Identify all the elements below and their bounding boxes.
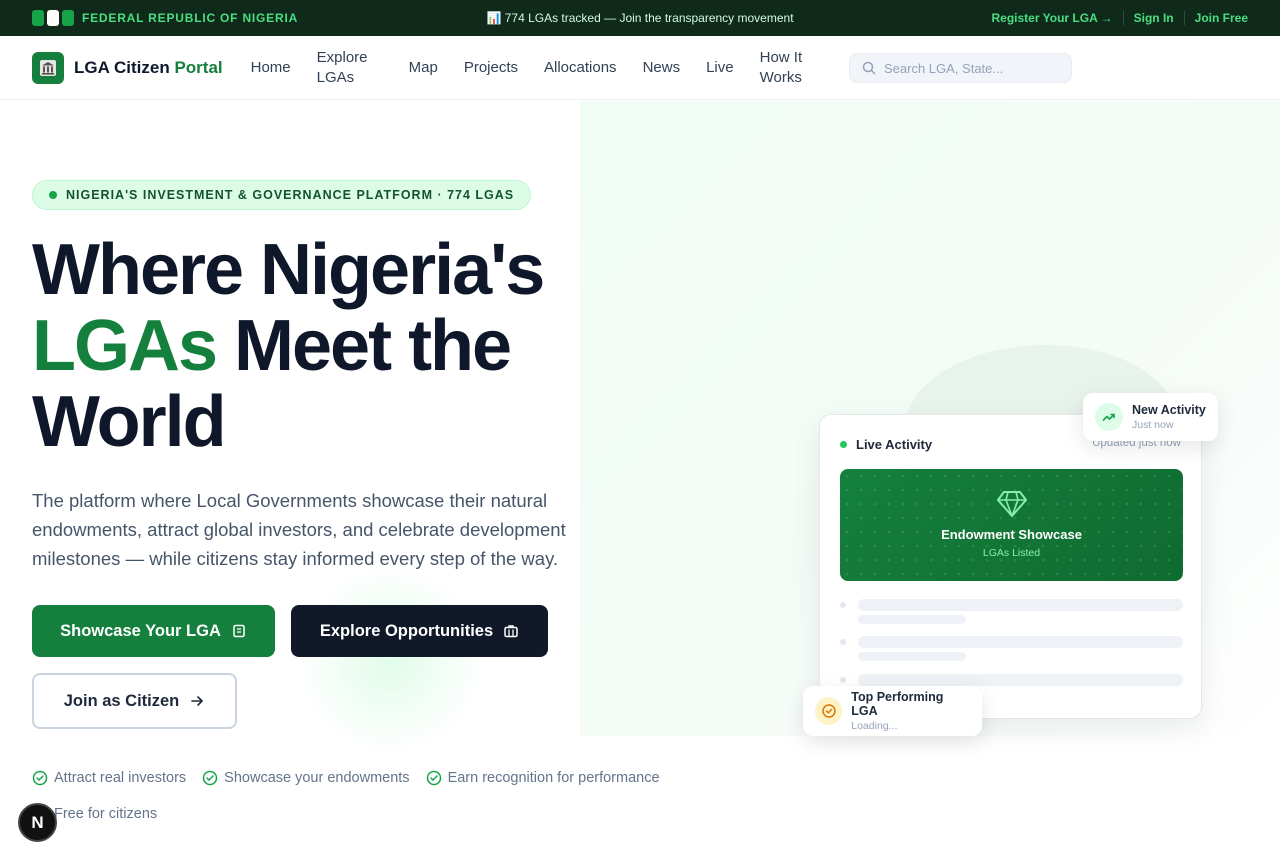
platform-badge-text: NIGERIA'S INVESTMENT & GOVERNANCE PLATFO… [66,188,515,202]
new-activity-chip: New Activity Just now [1083,393,1218,441]
check-item-label: Showcase your endowments [224,770,410,786]
diamond-icon [997,491,1027,517]
check-circle-icon [202,770,218,786]
nav-allocations[interactable]: Allocations [544,58,617,78]
join-citizen-button[interactable]: Join as Citizen [32,673,237,729]
nav-projects[interactable]: Projects [464,58,518,78]
check-item: Earn recognition for performance [426,768,660,788]
card-title: Live Activity [856,437,933,452]
live-activity-card: Live Activity Updated just now Endowment… [819,414,1202,719]
live-dot [840,441,847,448]
headline-line-3: World [32,382,227,462]
building-icon [233,624,245,638]
check-item: Showcase your endowments [202,768,410,788]
showcase-title: Endowment Showcase [941,527,1082,542]
top-performing-chip: Top Performing LGA Loading... [803,686,982,736]
dev-tools-badge[interactable]: N [18,803,57,842]
search-icon [862,61,876,75]
search-box[interactable] [849,53,1072,83]
sign-in-link[interactable]: Sign In [1134,11,1174,25]
explore-opportunities-label: Explore Opportunities [319,621,494,640]
check-item-label: Attract real investors [54,770,187,786]
card-header: Live Activity [840,437,932,452]
check-item-label: Free for citizens [54,806,158,822]
platform-badge: NIGERIA'S INVESTMENT & GOVERNANCE PLATFO… [32,180,532,210]
hero-subtext: The platform where Local Governments sho… [32,490,566,569]
search-input[interactable] [884,60,1054,76]
topbar-actions: Register Your LGA → Sign In Join Free [992,11,1248,25]
join-free-link[interactable]: Join Free [1195,11,1248,25]
nav-explore-lgas[interactable]: Explore LGAs [317,48,383,88]
headline-line-1: Where Nigeria's [32,230,545,310]
nav-home[interactable]: Home [251,58,291,78]
headline-green-word: LGAs [32,306,218,386]
register-lga-link[interactable]: Register Your LGA → [992,11,1113,25]
divider [1122,11,1124,25]
feature-checklist: Attract real investors Showcase your end… [32,768,712,824]
main-navbar: LGA Citizen Portal Home Explore LGAs Map… [0,36,1280,100]
check-item-label: Earn recognition for performance [447,770,660,786]
new-activity-time: Just now [1132,419,1174,431]
endowment-showcase-panel[interactable]: Endowment Showcase LGAs Listed [840,469,1183,581]
join-citizen-label: Join as Citizen [63,691,180,710]
check-circle-icon [32,770,48,786]
trending-up-icon [1095,403,1123,431]
arrow-right-icon [191,696,204,706]
top-performing-title: Top Performing LGA [851,690,944,718]
country-label: FEDERAL REPUBLIC OF NIGERIA [82,11,299,25]
headline-line-2: Meet the [216,306,512,386]
showcase-subtitle: LGAs Listed [982,547,1041,559]
nigeria-flag-icon [32,10,74,26]
check-circle-icon [426,770,441,786]
decorative-glow [290,570,490,750]
showcase-lga-button[interactable]: Showcase Your LGA [32,605,275,657]
nav-map[interactable]: Map [409,58,438,78]
award-check-icon [815,697,843,725]
hero-headline: Where Nigeria's LGAs Meet the World [32,232,612,460]
logo-wordmark[interactable]: LGA Citizen Portal [74,58,223,78]
bank-building-icon[interactable] [32,51,64,84]
nav-how-it-works[interactable]: How It Works [760,48,826,88]
nav-news[interactable]: News [643,58,681,78]
logo-accent-text: Portal [174,57,223,77]
top-performing-status: Loading... [851,720,898,732]
check-item: Attract real investors [32,768,186,788]
top-announcement-bar: FEDERAL REPUBLIC OF NIGERIA 📊 774 LGAs t… [0,0,1280,36]
nav-live[interactable]: Live [706,58,734,78]
new-activity-title: New Activity [1132,403,1206,417]
logo-main-text: LGA Citizen [74,57,175,77]
briefcase-icon [504,625,518,638]
explore-opportunities-button[interactable]: Explore Opportunities [291,605,548,657]
showcase-lga-label: Showcase Your LGA [60,621,221,640]
divider [1183,11,1185,25]
status-dot [49,191,57,199]
